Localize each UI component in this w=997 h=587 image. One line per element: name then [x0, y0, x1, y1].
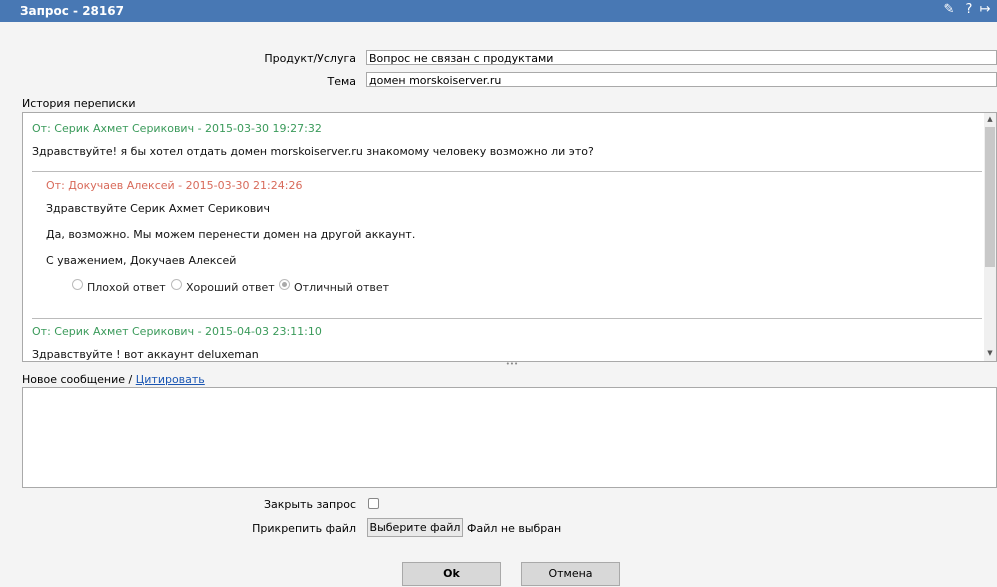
rating-bad-label: Плохой ответ	[87, 281, 166, 294]
product-label: Продукт/Услуга	[264, 52, 356, 65]
history-label: История переписки	[22, 97, 136, 110]
scroll-up-icon[interactable]: ▲	[984, 113, 996, 125]
product-field[interactable]: Вопрос не связан с продуктами	[366, 50, 997, 65]
message-text: Да, возможно. Мы можем перенести домен н…	[46, 228, 416, 241]
rating-good-radio[interactable]	[171, 279, 182, 290]
scrollbar-thumb[interactable]	[985, 127, 995, 267]
history-panel[interactable]: От: Серик Ахмет Серикович - 2015-03-30 1…	[22, 112, 997, 362]
message-divider	[32, 318, 982, 319]
new-message-textarea[interactable]	[22, 387, 997, 488]
message-text: С уважением, Докучаев Алексей	[46, 254, 237, 267]
rating-good-label: Хороший ответ	[186, 281, 275, 294]
scroll-down-icon[interactable]: ▼	[984, 347, 996, 359]
title-bar: Запрос - 28167 ✎ ? ↦	[0, 0, 997, 22]
message-text: Здравствуйте Серик Ахмет Серикович	[46, 202, 270, 215]
choose-file-button[interactable]: Выберите файл	[367, 518, 463, 537]
window-title: Запрос - 28167	[20, 4, 124, 18]
subject-label: Тема	[327, 75, 356, 88]
pin-icon[interactable]: ✎	[942, 2, 956, 18]
exit-icon[interactable]: ↦	[978, 2, 992, 18]
cancel-button[interactable]: Отмена	[521, 562, 620, 586]
quote-link[interactable]: Цитировать	[136, 373, 205, 386]
message-text: Здравствуйте! я бы хотел отдать домен mo…	[32, 145, 594, 158]
rating-excellent-radio[interactable]	[279, 279, 290, 290]
help-icon[interactable]: ?	[962, 2, 976, 18]
resize-grip-icon[interactable]: •••	[505, 361, 519, 368]
message-header: От: Докучаев Алексей - 2015-03-30 21:24:…	[46, 179, 303, 192]
message-header: От: Серик Ахмет Серикович - 2015-04-03 2…	[32, 325, 322, 338]
close-request-checkbox[interactable]	[368, 498, 379, 509]
file-status: Файл не выбран	[467, 522, 562, 535]
rating-excellent-label: Отличный ответ	[294, 281, 390, 294]
new-message-label: Новое сообщение / Цитировать	[22, 373, 205, 386]
close-request-label: Закрыть запрос	[263, 498, 356, 511]
message-text: Здравствуйте ! вот аккаунт deluxeman	[32, 348, 259, 361]
subject-field[interactable]: домен morskoiserver.ru	[366, 72, 997, 87]
ok-button[interactable]: Ok	[402, 562, 501, 586]
rating-bad-radio[interactable]	[72, 279, 83, 290]
message-header: От: Серик Ахмет Серикович - 2015-03-30 1…	[32, 122, 322, 135]
message-divider	[32, 171, 982, 172]
attach-file-label: Прикрепить файл	[252, 522, 356, 535]
